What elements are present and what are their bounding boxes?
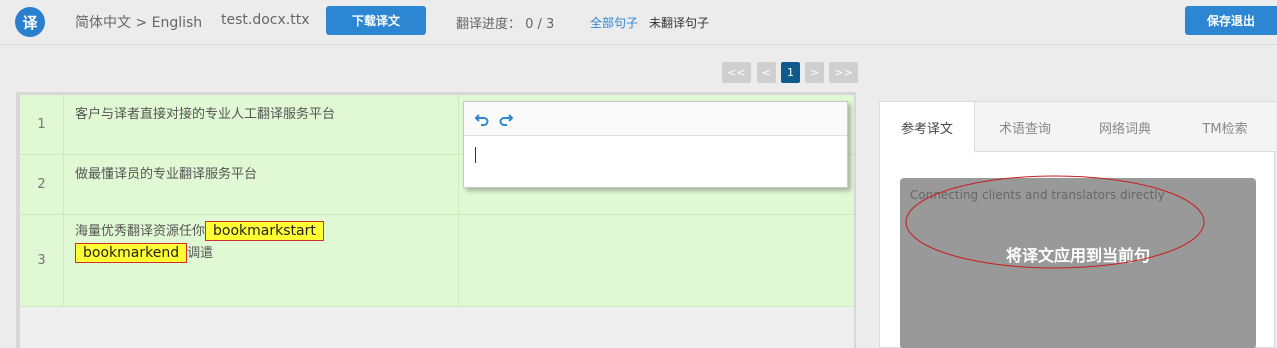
redo-icon[interactable] bbox=[498, 111, 514, 127]
segment-source: 海量优秀翻译资源任你 bookmarkstart bookmarkend 调遣 bbox=[75, 221, 455, 265]
tab-reference-translation[interactable]: 参考译文 bbox=[880, 102, 975, 153]
translation-progress: 翻译进度： 0 / 3 bbox=[456, 17, 555, 32]
bookmark-end-tag[interactable]: bookmarkend bbox=[75, 243, 188, 263]
segment-number: 1 bbox=[20, 95, 64, 154]
pager-current-page[interactable]: 1 bbox=[781, 62, 800, 83]
filter-all-sentences[interactable]: 全部句子 bbox=[590, 14, 638, 31]
translation-editor[interactable] bbox=[463, 101, 848, 188]
text-cursor bbox=[475, 147, 476, 163]
segment-source-text: 调遣 bbox=[187, 246, 214, 261]
pager-prev-button[interactable]: < bbox=[757, 62, 776, 83]
highlight-ellipse bbox=[905, 175, 1205, 269]
download-translation-button[interactable]: 下载译文 bbox=[326, 6, 426, 35]
app-logo: 译 bbox=[15, 7, 45, 37]
pager-first-button[interactable]: << bbox=[722, 62, 751, 83]
language-pair: 简体中文 > English bbox=[75, 15, 203, 31]
tab-web-dictionary[interactable]: 网络词典 bbox=[1075, 102, 1175, 152]
file-name: test.docx.ttx bbox=[221, 12, 310, 28]
segment-row[interactable]: 3 海量优秀翻译资源任你 bookmarkstart bookmarkend 调遣 bbox=[20, 215, 854, 307]
pager-next-button[interactable]: > bbox=[805, 62, 824, 83]
top-bar: 译 简体中文 > English test.docx.ttx 下载译文 翻译进度… bbox=[0, 0, 1277, 45]
pager-last-button[interactable]: >> bbox=[829, 62, 858, 83]
segment-number: 3 bbox=[20, 215, 64, 306]
tab-tm-search[interactable]: TM检索 bbox=[1175, 102, 1275, 152]
segment-number: 2 bbox=[20, 155, 64, 214]
segment-source-text: 海量优秀翻译资源任你 bbox=[75, 224, 206, 239]
editor-toolbar bbox=[464, 102, 847, 136]
reference-translation-card[interactable]: Connecting clients and translators direc… bbox=[900, 175, 1256, 348]
assist-panel: 参考译文 术语查询 网络词典 TM检索 Connecting clients a… bbox=[879, 101, 1276, 348]
tab-term-lookup[interactable]: 术语查询 bbox=[975, 102, 1075, 152]
segment-target[interactable] bbox=[458, 215, 854, 306]
undo-icon[interactable] bbox=[474, 111, 490, 127]
save-exit-button[interactable]: 保存退出 bbox=[1185, 6, 1277, 35]
segment-source: 客户与译者直接对接的专业人工翻译服务平台 bbox=[75, 107, 336, 122]
assist-tabs: 参考译文 术语查询 网络词典 TM检索 bbox=[880, 102, 1276, 153]
table-empty-area bbox=[20, 307, 854, 348]
bookmark-start-tag[interactable]: bookmarkstart bbox=[205, 221, 324, 241]
segment-source: 做最懂译员的专业翻译服务平台 bbox=[75, 167, 258, 182]
filter-untranslated-sentences[interactable]: 未翻译句子 bbox=[649, 14, 709, 31]
